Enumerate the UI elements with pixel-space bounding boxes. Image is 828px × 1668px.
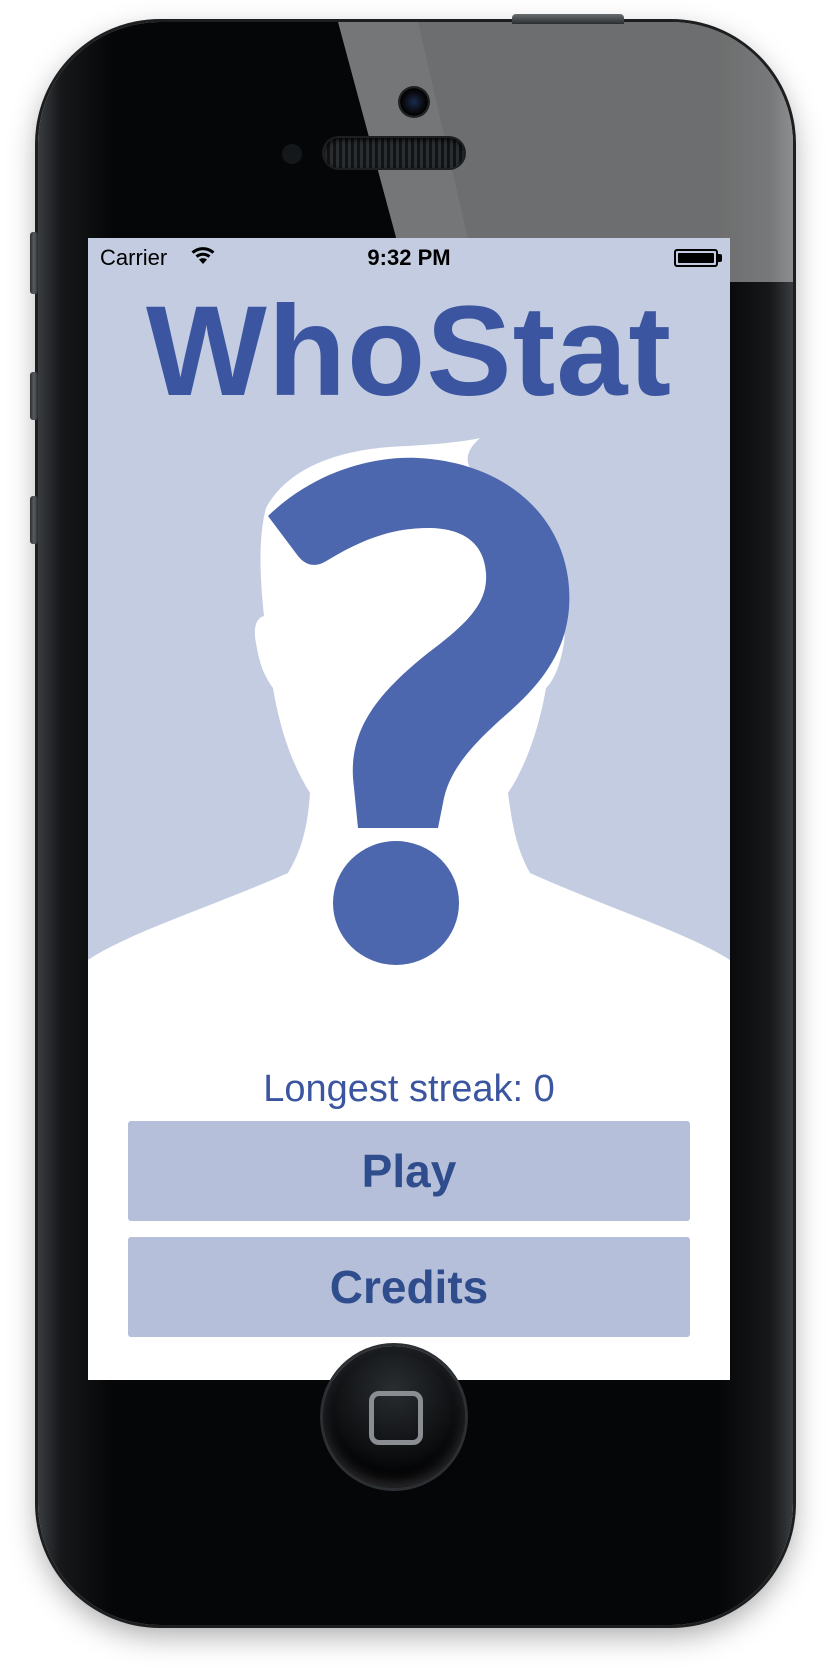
front-camera-icon xyxy=(400,88,428,116)
status-bar: Carrier 9:32 PM xyxy=(88,238,730,278)
home-square-icon xyxy=(369,1391,423,1445)
iphone-frame: Carrier 9:32 PM WhoStat Longest streak: … xyxy=(38,22,793,1625)
battery-cap xyxy=(718,254,722,262)
status-time: 9:32 PM xyxy=(367,245,451,270)
mute-switch xyxy=(30,232,38,294)
play-button[interactable]: Play xyxy=(128,1121,690,1221)
proximity-sensor-icon xyxy=(282,144,302,164)
home-button[interactable] xyxy=(323,1346,465,1488)
credits-button[interactable]: Credits xyxy=(128,1237,690,1337)
sleep-wake-button xyxy=(512,14,624,24)
app-title: WhoStat xyxy=(146,280,672,423)
volume-down-button xyxy=(30,496,38,544)
question-mark-silhouette-icon xyxy=(88,438,730,1148)
app-screen: Carrier 9:32 PM WhoStat Longest streak: … xyxy=(88,238,730,1380)
battery-icon xyxy=(674,249,718,267)
longest-streak-label: Longest streak: 0 xyxy=(263,1068,555,1110)
earpiece-speaker-icon xyxy=(324,138,464,168)
volume-up-button xyxy=(30,372,38,420)
battery-level-fill xyxy=(678,253,714,263)
